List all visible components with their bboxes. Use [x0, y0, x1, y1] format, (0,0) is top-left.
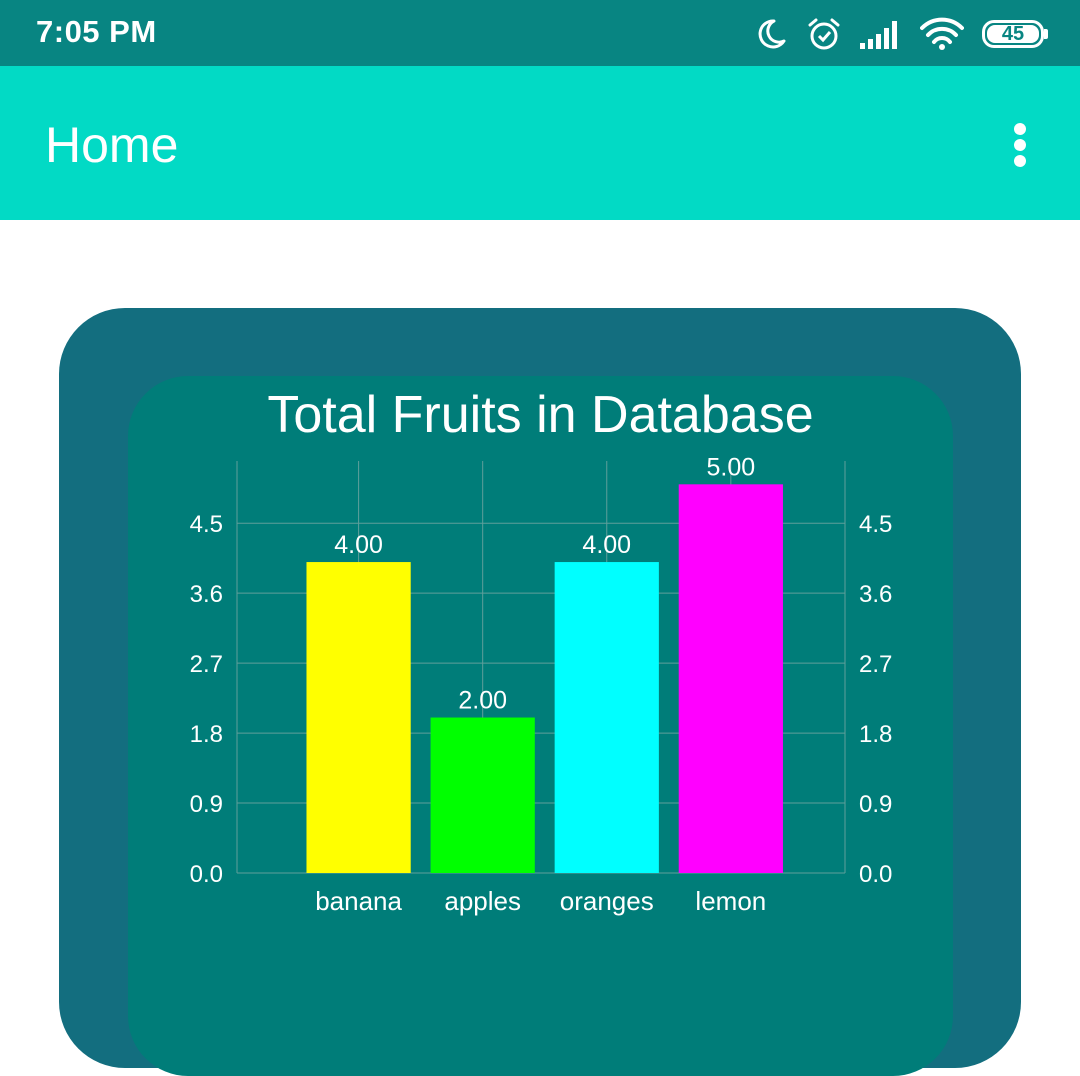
y-tick-label-left: 0.9: [190, 791, 223, 818]
bar-banana: [306, 562, 411, 873]
y-tick-label-right: 1.8: [859, 721, 892, 748]
y-tick-label-right: 2.7: [859, 651, 892, 678]
bar-apples: [430, 717, 535, 873]
y-tick-label-right: 0.9: [859, 791, 892, 818]
y-tick-label-left: 1.8: [190, 721, 223, 748]
data-label: 2.00: [458, 687, 507, 715]
x-tick-label: apples: [444, 886, 521, 916]
bar-oranges: [554, 562, 659, 873]
y-tick-label-left: 3.6: [190, 581, 223, 608]
battery-level: 45: [1001, 22, 1025, 45]
x-tick-label: lemon: [695, 886, 766, 916]
y-tick-label-right: 0.0: [859, 861, 892, 888]
y-tick-label-left: 0.0: [190, 861, 223, 888]
y-tick-label-left: 4.5: [190, 511, 223, 538]
x-tick-label: banana: [315, 886, 402, 916]
bar-lemon: [678, 484, 783, 873]
y-tick-label-left: 2.7: [190, 651, 223, 678]
y-tick-label-right: 4.5: [859, 511, 892, 538]
bar-chart: 0.0 0.0 0.9 0.9 1.8 1.8 2.7 2.7 3.6 3.6 4.5 4.5 4.00…: [190, 453, 893, 916]
data-label: 4.00: [582, 531, 631, 559]
data-label: 4.00: [334, 531, 383, 559]
data-label: 5.00: [707, 453, 756, 481]
y-tick-label-right: 3.6: [859, 581, 892, 608]
x-tick-label: oranges: [560, 886, 654, 916]
